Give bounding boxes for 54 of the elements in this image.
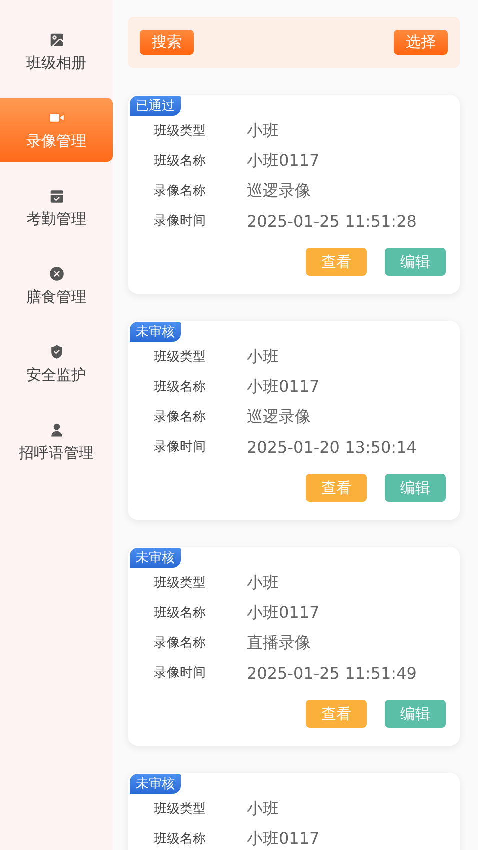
view-button[interactable]: 查看 [306, 700, 367, 728]
sidebar-item[interactable]: 膳食管理 [0, 254, 113, 318]
field-value: 小班0117 [247, 376, 320, 398]
field-label: 班级类型 [154, 801, 207, 818]
status-badge: 未审核 [130, 548, 181, 568]
field-label: 班级名称 [154, 153, 207, 170]
sidebar-label: 录像管理 [26, 132, 86, 151]
picture-icon [48, 31, 66, 49]
field-label: 录像时间 [154, 213, 207, 230]
field-value: 2025-01-20 13:50:14 [247, 438, 417, 456]
sidebar-label: 膳食管理 [26, 288, 86, 307]
field-value: 小班 [247, 798, 279, 820]
field-value: 巡逻录像 [247, 406, 311, 428]
field-label: 录像名称 [154, 409, 207, 426]
field-value: 2025-01-25 11:51:49 [247, 664, 417, 682]
edit-button[interactable]: 编辑 [385, 248, 446, 276]
field-label: 班级类型 [154, 349, 207, 366]
sidebar-item[interactable]: 招呼语管理 [0, 410, 113, 474]
field-label: 录像时间 [154, 439, 207, 456]
sidebar-item[interactable]: 考勤管理 [0, 176, 113, 240]
toolbar-button[interactable]: 选择 [394, 30, 448, 55]
field-label: 录像时间 [154, 665, 207, 682]
sidebar-item[interactable]: 安全监护 [0, 332, 113, 396]
sidebar-label: 安全监护 [26, 366, 86, 385]
field-value: 小班0117 [247, 150, 320, 172]
field-label: 班级类型 [154, 575, 207, 592]
edit-button[interactable]: 编辑 [385, 474, 446, 502]
field-value: 小班0117 [247, 602, 320, 624]
status-badge: 未审核 [130, 774, 181, 794]
field-value: 小班 [247, 572, 279, 594]
field-value: 直播录像 [247, 632, 311, 654]
field-value: 2025-01-25 11:51:28 [247, 212, 417, 230]
view-button[interactable]: 查看 [306, 248, 367, 276]
field-label: 班级名称 [154, 831, 207, 848]
sidebar-item[interactable]: 班级相册 [0, 20, 113, 84]
field-value: 小班 [247, 346, 279, 368]
edit-button[interactable]: 编辑 [385, 700, 446, 728]
status-badge: 未审核 [130, 322, 181, 342]
field-label: 录像名称 [154, 183, 207, 200]
status-badge: 已通过 [130, 96, 181, 116]
sidebar-label: 考勤管理 [26, 210, 86, 229]
field-label: 班级名称 [154, 379, 207, 396]
field-label: 班级名称 [154, 605, 207, 622]
field-value: 小班0117 [247, 828, 320, 850]
sidebar-label: 班级相册 [26, 54, 86, 73]
field-label: 录像名称 [154, 635, 207, 652]
view-button[interactable]: 查看 [306, 474, 367, 502]
field-label: 班级类型 [154, 123, 207, 140]
field-value: 巡逻录像 [247, 180, 311, 202]
field-value: 小班 [247, 120, 279, 142]
sidebar-item[interactable]: 录像管理 [0, 98, 113, 162]
toolbar-button[interactable]: 搜索 [140, 30, 194, 55]
sidebar-label: 招呼语管理 [19, 444, 94, 463]
x-circle-icon [48, 265, 66, 283]
